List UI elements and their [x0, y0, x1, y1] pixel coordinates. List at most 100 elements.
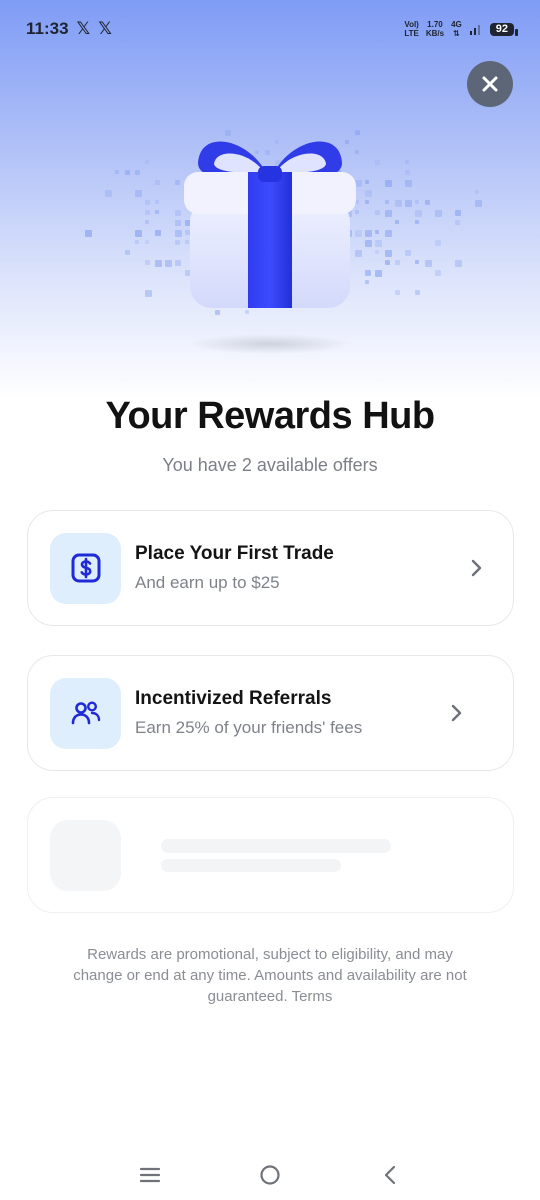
decorative-dot — [145, 240, 149, 244]
skeleton-title-placeholder — [161, 839, 391, 853]
status-right: Vol) LTE 1.70 KB/s 4G ⇅ 92 — [404, 20, 519, 38]
decorative-dot — [385, 180, 392, 187]
offer-icon-container — [50, 677, 121, 749]
decorative-dot — [455, 210, 461, 216]
decorative-dot — [365, 230, 372, 237]
back-button[interactable] — [375, 1160, 405, 1190]
terms-link[interactable]: Terms — [292, 988, 333, 1005]
decorative-dot — [405, 250, 411, 256]
decorative-dot — [395, 200, 402, 207]
decorative-dot — [135, 240, 139, 244]
offer-card-referrals[interactable]: Incentivized Referrals Earn 25% of your … — [27, 655, 514, 771]
decorative-dot — [155, 210, 159, 214]
offer-text: Place Your First Trade And earn up to $2… — [135, 543, 467, 593]
decorative-dot — [405, 200, 412, 207]
close-button[interactable] — [467, 61, 513, 107]
decorative-dot — [415, 260, 419, 264]
decorative-dot — [405, 170, 410, 175]
decorative-dot — [365, 270, 371, 276]
gift-icon — [184, 141, 356, 354]
home-button[interactable] — [255, 1160, 285, 1190]
chevron-right-icon — [451, 704, 462, 722]
decorative-dot — [475, 200, 482, 207]
x-notification-icon: 𝕏 — [76, 19, 91, 38]
disclaimer-text: Rewards are promotional, subject to elig… — [73, 946, 467, 1005]
decorative-dot — [385, 260, 390, 265]
decorative-dot — [385, 210, 392, 217]
status-left: 11:33 𝕏 𝕏 — [26, 19, 112, 39]
speed-unit: KB/s — [425, 29, 445, 38]
offer-card-loading-skeleton — [27, 797, 514, 913]
decorative-dot — [145, 210, 150, 215]
decorative-dot — [435, 270, 441, 276]
decorative-dot — [395, 260, 400, 265]
page-title: Your Rewards Hub — [105, 395, 435, 437]
decorative-dot — [165, 260, 172, 267]
battery-indicator: 92 — [489, 22, 519, 36]
back-icon — [384, 1165, 396, 1185]
decorative-dot — [145, 260, 150, 265]
offer-title: Incentivized Referrals — [135, 688, 332, 709]
volte-bottom: LTE — [404, 29, 419, 38]
rewards-disclaimer: Rewards are promotional, subject to elig… — [70, 944, 470, 1007]
decorative-dot — [145, 290, 152, 297]
decorative-dot — [115, 170, 119, 174]
decorative-dot — [425, 200, 430, 205]
decorative-dot — [475, 190, 479, 194]
decorative-dot — [135, 170, 140, 175]
decorative-dot — [395, 220, 399, 224]
decorative-dot — [405, 180, 412, 187]
decorative-dot — [435, 240, 441, 246]
decorative-dot — [365, 200, 369, 204]
status-bar: 11:33 𝕏 𝕏 Vol) LTE 1.70 KB/s 4G ⇅ 92 — [0, 0, 540, 58]
decorative-dot — [155, 230, 161, 236]
decorative-dot — [145, 160, 149, 164]
menu-icon — [139, 1167, 161, 1183]
decorative-dot — [405, 160, 409, 164]
x-notification-icon: 𝕏 — [98, 19, 112, 38]
network-speed: 1.70 KB/s — [426, 20, 444, 38]
decorative-dot — [85, 230, 92, 237]
network-type: 4G — [451, 20, 462, 29]
offer-card-first-trade[interactable]: Place Your First Trade And earn up to $2… — [27, 510, 514, 626]
volte-top: Vol) — [404, 20, 419, 29]
decorative-dot — [375, 160, 380, 165]
decorative-dot — [385, 200, 389, 204]
decorative-dot — [125, 170, 130, 175]
decorative-dot — [455, 260, 462, 267]
decorative-dot — [415, 220, 419, 224]
offer-icon-container — [50, 532, 121, 604]
close-icon — [482, 76, 498, 92]
decorative-dot — [365, 240, 372, 247]
decorative-dot — [375, 270, 382, 277]
decorative-dot — [145, 220, 149, 224]
network-indicator: 4G ⇅ — [451, 20, 462, 38]
decorative-dot — [375, 230, 379, 234]
decorative-dot — [135, 230, 142, 237]
decorative-dot — [425, 260, 432, 267]
decorative-dot — [365, 190, 372, 197]
decorative-dot — [155, 180, 160, 185]
skeleton-icon-placeholder — [50, 819, 121, 891]
decorative-dot — [135, 190, 142, 197]
system-navigation-bar — [0, 1150, 540, 1200]
offers-count-subtitle: You have 2 available offers — [162, 455, 378, 475]
decorative-dot — [105, 190, 112, 197]
offer-title: Place Your First Trade — [135, 543, 334, 564]
decorative-dot — [375, 250, 379, 254]
volte-indicator: Vol) LTE — [404, 20, 419, 38]
users-icon — [71, 701, 100, 725]
decorative-dot — [145, 200, 150, 205]
decorative-dot — [155, 200, 159, 204]
offer-text: Incentivized Referrals Earn 25% of your … — [135, 688, 447, 738]
decorative-dot — [415, 290, 420, 295]
decorative-dot — [395, 290, 400, 295]
decorative-dot — [375, 240, 382, 247]
recent-apps-button[interactable] — [135, 1160, 165, 1190]
speed-value: 1.70 — [427, 20, 443, 29]
data-arrows-icon: ⇅ — [453, 29, 460, 38]
decorative-dot — [125, 250, 130, 255]
offer-description: And earn up to $25 — [135, 573, 280, 592]
decorative-dot — [385, 250, 392, 257]
chevron-right-icon — [471, 559, 482, 577]
